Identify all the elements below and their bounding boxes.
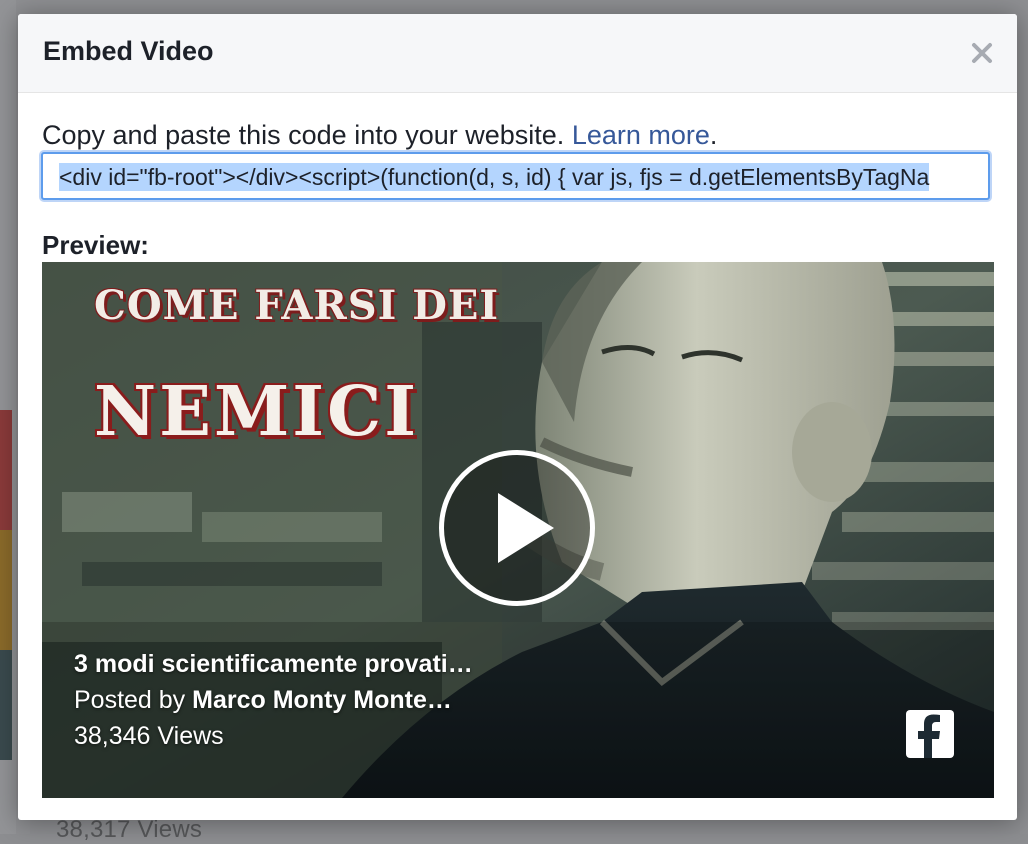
instructions-text: Copy and paste this code into your websi… [42,120,717,151]
instructions-period: . [709,120,718,150]
play-icon [498,493,554,563]
embed-video-dialog: Embed Video Copy and paste this code int… [18,14,1017,820]
background-thumbnail-red [0,410,12,530]
dialog-title: Embed Video [43,36,214,66]
close-button[interactable] [965,36,999,70]
dialog-header: Embed Video [18,14,1017,93]
author-link[interactable]: Marco Monty Monte… [192,686,452,714]
thumbnail-title-line2: NEMICI [94,372,419,452]
close-icon [972,43,992,63]
background-views-count: 38,317 Views [56,816,203,843]
view-count: 38,346 Views [74,722,224,750]
background-thumbnail-amber [0,530,12,650]
thumbnail-title-line1: COME FARSI DEI [94,282,500,329]
embed-code-field[interactable]: <div id="fb-root"></div><script>(functio… [41,152,990,200]
facebook-logo-icon [918,714,940,758]
posted-by-prefix: Posted by [74,686,186,714]
learn-more-link[interactable]: Learn more [572,120,710,150]
facebook-button[interactable] [906,710,954,758]
background-thumbnail-dark [0,650,12,760]
play-button[interactable] [439,450,595,606]
video-title[interactable]: 3 modi scientificamente provati… [74,650,473,679]
posted-by: Posted by Marco Monty Monte… [74,686,452,715]
preview-label: Preview: [42,230,149,260]
embed-code-value[interactable]: <div id="fb-root"></div><script>(functio… [59,163,930,191]
instructions-label: Copy and paste this code into your websi… [42,120,565,150]
video-preview[interactable]: COME FARSI DEI NEMICI 3 modi scientifica… [42,262,994,798]
